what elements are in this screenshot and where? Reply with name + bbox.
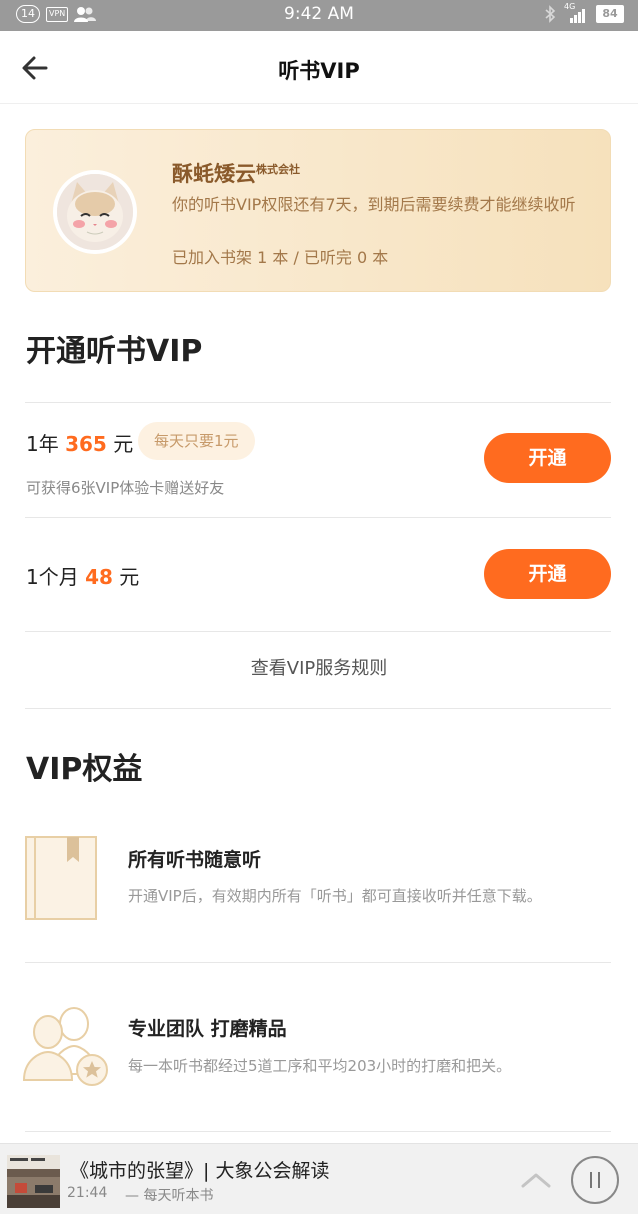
avatar[interactable]: [53, 170, 137, 254]
divider: [25, 631, 611, 632]
plan-unit: 元: [119, 565, 140, 589]
plan-duration: 1年: [26, 432, 59, 456]
plan-price: 48: [85, 565, 113, 589]
top-nav: 听书VIP: [0, 31, 638, 104]
cover-art: [7, 1155, 60, 1208]
playback-time: 21:44: [67, 1185, 108, 1201]
cat-avatar-image: [57, 174, 133, 250]
plan-price: 365: [65, 432, 107, 456]
open-vip-heading: 开通听书VIP: [26, 334, 203, 369]
book-icon: [25, 836, 97, 920]
plan-duration: 1个月: [26, 565, 79, 589]
daily-price-tag: 每天只要1元: [138, 422, 255, 460]
open-monthly-button[interactable]: 开通: [484, 549, 611, 599]
plan-bonus-text: 可获得6张VIP体验卡赠送好友: [26, 479, 225, 497]
benefit-title: 所有听书随意听: [128, 849, 262, 871]
status-bar: 14 VPN 9:42 AM 4G 84: [0, 0, 638, 31]
plan-monthly-label: 1个月 48 元: [26, 561, 139, 590]
user-name-text: 酥蚝矮云: [172, 162, 256, 186]
user-name: 酥蚝矮云株式会社: [172, 158, 300, 188]
divider: [25, 962, 611, 963]
signal-icon: 4G: [564, 2, 588, 23]
network-type: 4G: [564, 2, 576, 11]
vip-benefits-heading: VIP权益: [26, 752, 143, 787]
pause-button[interactable]: [571, 1156, 619, 1204]
user-name-suffix: 株式会社: [256, 163, 300, 176]
bookshelf-stats: 已加入书架 1 本 / 已听完 0 本: [172, 248, 389, 267]
open-yearly-button[interactable]: 开通: [484, 433, 611, 483]
now-playing-title: 《城市的张望》| 大象公会解读: [70, 1160, 330, 1182]
divider: [25, 402, 611, 403]
now-playing-subtitle: — 每天听本书: [125, 1188, 214, 1204]
vip-expiry-description: 你的听书VIP权限还有7天，到期后需要续费才能继续收听: [172, 195, 576, 214]
battery-icon: 84: [596, 5, 624, 23]
divider: [25, 1131, 611, 1132]
team-star-icon: [22, 1007, 108, 1086]
bluetooth-icon: [545, 5, 556, 23]
plan-yearly-label: 1年 365 元: [26, 428, 133, 457]
vip-status-card: 酥蚝矮云株式会社 你的听书VIP权限还有7天，到期后需要续费才能继续收听 已加入…: [25, 129, 611, 292]
divider: [25, 517, 611, 518]
benefit-description: 开通VIP后，有效期内所有「听书」都可直接收听并任意下载。: [128, 887, 542, 905]
status-time: 9:42 AM: [284, 4, 354, 24]
book-cover-image[interactable]: [7, 1155, 60, 1208]
benefit-title: 专业团队 打磨精品: [128, 1018, 287, 1040]
plan-unit: 元: [113, 432, 134, 456]
chevron-up-icon[interactable]: [520, 1170, 552, 1190]
mini-player[interactable]: 《城市的张望》| 大象公会解读 21:44 — 每天听本书: [0, 1143, 638, 1214]
page-title: 听书VIP: [278, 59, 360, 83]
divider: [25, 708, 611, 709]
benefit-description: 每一本听书都经过5道工序和平均203小时的打磨和把关。: [128, 1057, 512, 1075]
vip-rules-link[interactable]: 查看VIP服务规则: [0, 654, 638, 680]
